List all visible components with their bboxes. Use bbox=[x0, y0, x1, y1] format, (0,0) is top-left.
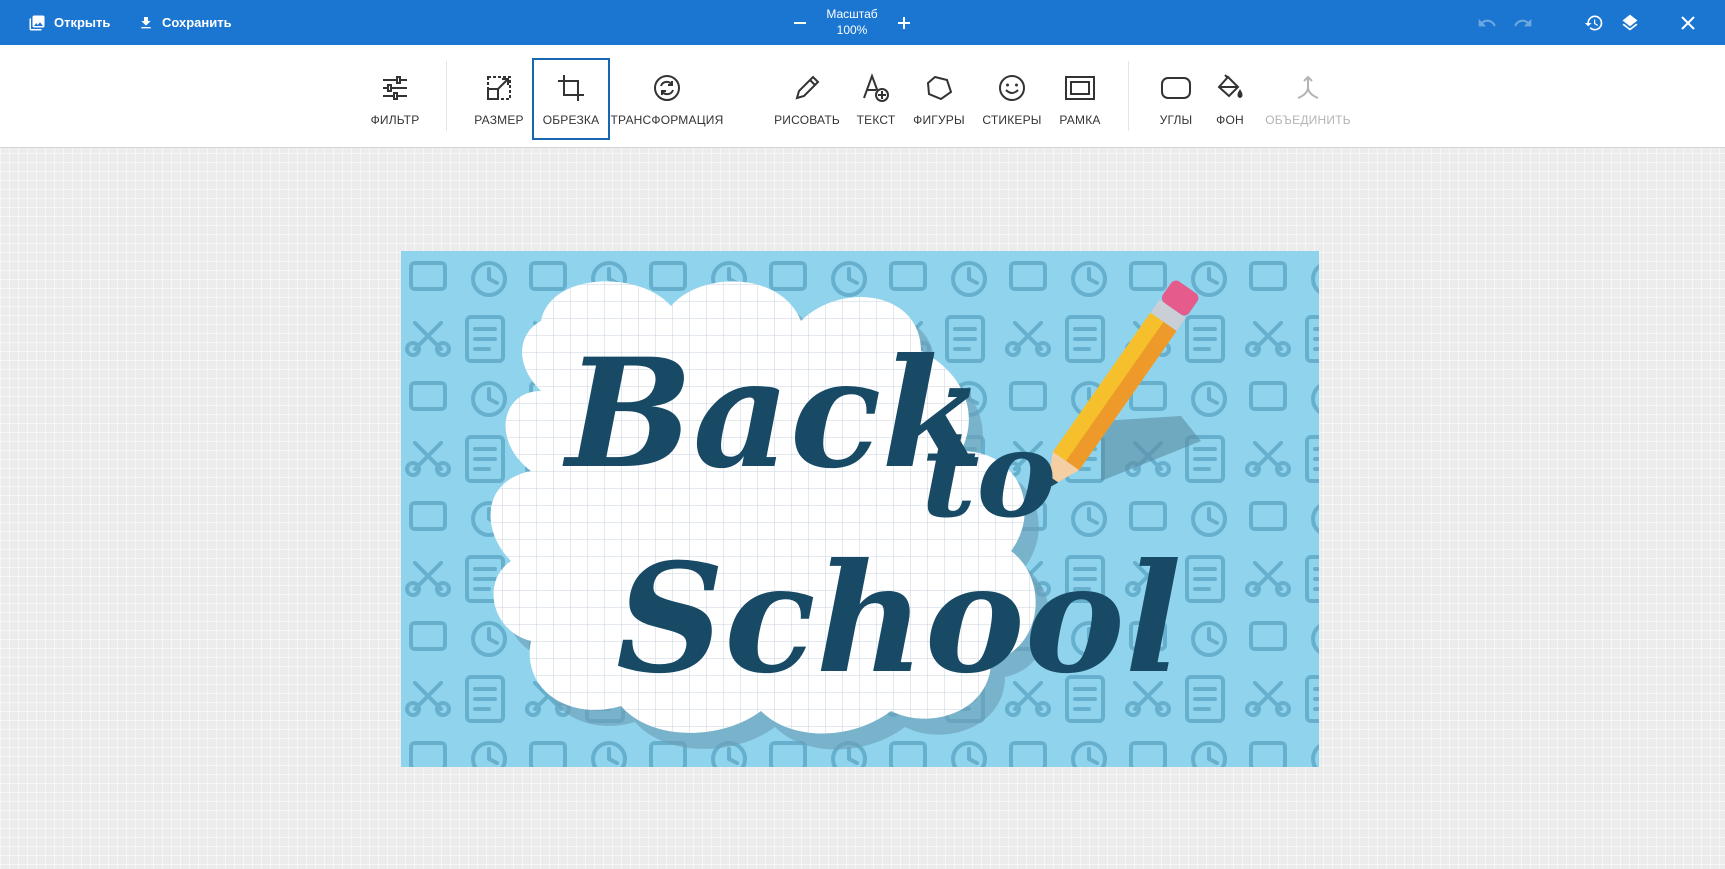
redo-button[interactable] bbox=[1509, 0, 1537, 45]
history-button[interactable] bbox=[1580, 0, 1608, 45]
tool-filter-label: ФИЛЬТР bbox=[370, 113, 420, 127]
image-gallery-icon bbox=[29, 15, 45, 30]
top-bar: Открыть Сохранить Масштаб 100% bbox=[0, 0, 1725, 45]
tool-background[interactable]: ФОН bbox=[1214, 45, 1246, 147]
resize-icon bbox=[487, 76, 511, 100]
minus-icon bbox=[794, 21, 806, 24]
download-icon bbox=[141, 16, 151, 28]
tool-text-label: ТЕКСТ bbox=[856, 113, 896, 127]
tool-transform[interactable]: ТРАНСФОРМАЦИЯ bbox=[611, 45, 723, 147]
tool-corners[interactable]: УГЛЫ bbox=[1154, 45, 1198, 147]
tool-text[interactable]: ТЕКСТ bbox=[852, 45, 900, 147]
layers-icon bbox=[1622, 14, 1638, 31]
tool-corners-label: УГЛЫ bbox=[1159, 113, 1193, 127]
artwork-word-school: School bbox=[616, 531, 1182, 707]
save-button[interactable]: Сохранить bbox=[138, 0, 232, 45]
tool-transform-label: ТРАНСФОРМАЦИЯ bbox=[610, 113, 724, 127]
canvas-image[interactable]: Back to School bbox=[401, 251, 1319, 767]
undo-icon bbox=[1478, 18, 1496, 26]
tool-resize-label: РАЗМЕР bbox=[474, 113, 524, 127]
shapes-icon bbox=[926, 75, 953, 101]
tool-separator bbox=[1128, 61, 1129, 131]
tool-draw[interactable]: РИСОВАТЬ bbox=[774, 45, 840, 147]
paint-bucket-icon bbox=[1217, 74, 1243, 99]
tool-filter[interactable]: ФИЛЬТР bbox=[370, 45, 420, 147]
smiley-icon bbox=[999, 75, 1025, 101]
close-button[interactable] bbox=[1674, 0, 1702, 45]
open-label: Открыть bbox=[54, 15, 111, 30]
crop-icon bbox=[558, 75, 584, 101]
pencil-icon bbox=[795, 75, 820, 100]
save-label: Сохранить bbox=[162, 15, 232, 30]
undo-button[interactable] bbox=[1473, 0, 1501, 45]
tool-stickers-label: СТИКЕРЫ bbox=[982, 113, 1042, 127]
plus-icon bbox=[898, 16, 910, 29]
tool-crop[interactable]: ОБРЕЗКА bbox=[532, 58, 610, 140]
tool-separator bbox=[446, 61, 447, 131]
zoom-in-button[interactable] bbox=[892, 0, 916, 45]
open-button[interactable]: Открыть bbox=[28, 0, 110, 45]
tool-frame[interactable]: РАМКА bbox=[1058, 45, 1102, 147]
tool-background-label: ФОН bbox=[1216, 113, 1244, 127]
rounded-corners-icon bbox=[1161, 77, 1191, 99]
history-icon bbox=[1584, 15, 1603, 31]
sliders-icon bbox=[383, 76, 407, 100]
rotate-icon bbox=[654, 75, 680, 101]
tool-merge[interactable]: ОБЪЕДИНИТЬ bbox=[1265, 45, 1351, 147]
frame-icon bbox=[1065, 76, 1095, 100]
tool-shapes[interactable]: ФИГУРЫ bbox=[912, 45, 966, 147]
zoom-out-button[interactable] bbox=[788, 0, 812, 45]
tool-resize[interactable]: РАЗМЕР bbox=[474, 45, 524, 147]
zoom-indicator: Масштаб 100% bbox=[812, 6, 892, 38]
tool-shapes-label: ФИГУРЫ bbox=[913, 113, 965, 127]
close-icon bbox=[1681, 15, 1695, 30]
zoom-label: Масштаб bbox=[826, 7, 878, 21]
redo-icon bbox=[1514, 18, 1532, 26]
tool-stickers[interactable]: СТИКЕРЫ bbox=[982, 45, 1042, 147]
merge-icon bbox=[1297, 75, 1319, 99]
tool-merge-label: ОБЪЕДИНИТЬ bbox=[1265, 113, 1351, 127]
tool-draw-label: РИСОВАТЬ bbox=[774, 113, 840, 127]
tool-strip: ФИЛЬТР РАЗМЕР ОБРЕЗКА ТРАНСФОРМАЦИЯ РИСО… bbox=[0, 45, 1725, 148]
tool-frame-label: РАМКА bbox=[1059, 113, 1101, 127]
text-add-icon bbox=[863, 73, 889, 102]
artwork-illustration: Back to School bbox=[401, 251, 1319, 767]
zoom-value: 100% bbox=[836, 23, 868, 37]
layers-button[interactable] bbox=[1616, 0, 1644, 45]
tool-crop-label: ОБРЕЗКА bbox=[542, 113, 600, 127]
artwork-word-to: to bbox=[921, 404, 1056, 545]
